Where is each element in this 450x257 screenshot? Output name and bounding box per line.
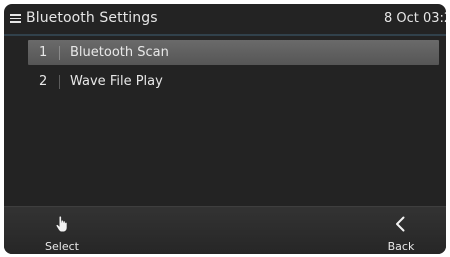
menu-item-divider [59,74,60,89]
menu-item-index: 2 [39,74,48,89]
menu-item-divider [59,45,60,60]
status-bar: Bluetooth Settings 8 Oct 03:20 [4,4,446,34]
menu-item-wave-file-play[interactable]: 2 Wave File Play [28,69,439,94]
title-group: Bluetooth Settings [10,10,158,26]
back-label: Back [387,240,415,253]
phone-screen: Bluetooth Settings 8 Oct 03:20 1 Bluetoo… [4,4,446,254]
softkey-bar: Select Back [4,206,446,254]
menu-item-index: 1 [39,45,48,60]
menu-item-label: Bluetooth Scan [70,45,169,60]
chevron-left-icon [396,216,405,232]
hand-pointer-icon [56,216,67,232]
menu-icon [10,12,21,24]
header-divider [4,34,446,36]
select-label: Select [45,240,79,253]
menu-item-bluetooth-scan[interactable]: 1 Bluetooth Scan [28,40,439,65]
menu-list: 1 Bluetooth Scan 2 Wave File Play [28,40,439,98]
date-time: 8 Oct 03:20 [384,11,446,26]
menu-item-label: Wave File Play [70,74,163,89]
select-softkey[interactable]: Select [30,207,94,254]
back-softkey[interactable]: Back [376,207,426,254]
page-title: Bluetooth Settings [26,10,158,26]
